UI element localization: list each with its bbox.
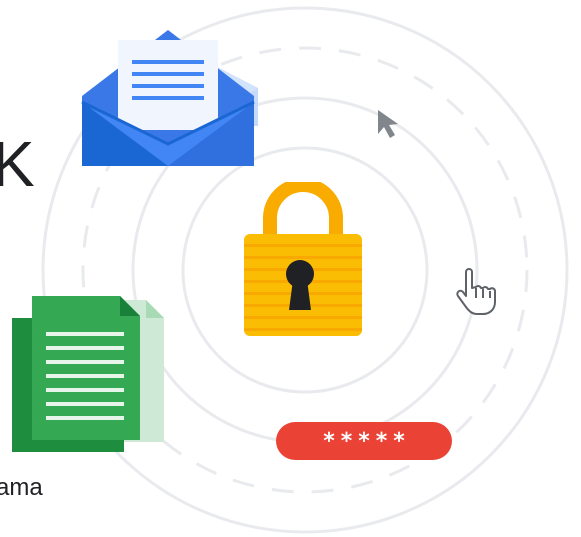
masked-password-value: *****	[323, 428, 411, 454]
security-illustration: K ama *****	[0, 0, 581, 537]
partial-heading-text: K	[0, 128, 35, 200]
hand-pointer-icon	[456, 268, 496, 315]
document-icon	[12, 296, 164, 452]
cursor-arrow-icon	[378, 110, 398, 138]
partial-caption-text: ama	[0, 474, 43, 501]
envelope-icon	[81, 30, 258, 166]
padlock-icon	[244, 182, 362, 336]
